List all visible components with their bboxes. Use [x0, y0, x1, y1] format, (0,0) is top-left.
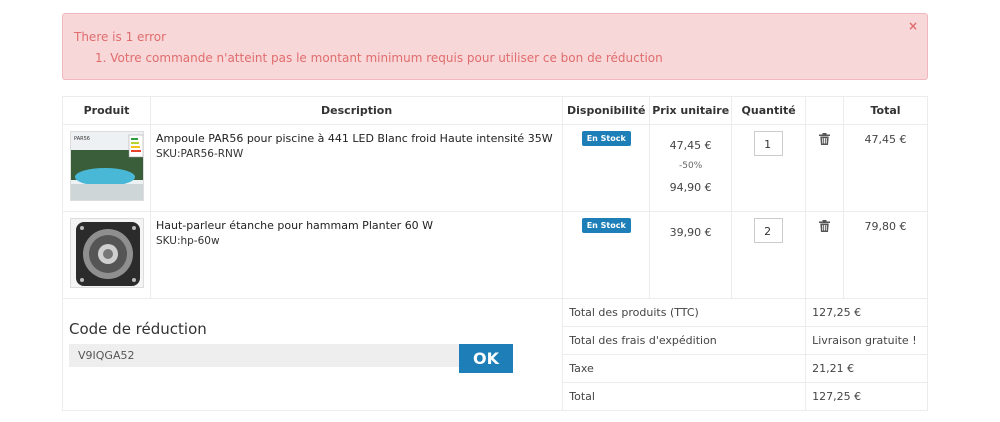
- line-total: 79,80 €: [864, 220, 907, 233]
- description-cell: Haut-parleur étanche pour hammam Planter…: [149, 211, 564, 299]
- unit-price: 47,45 €: [669, 139, 712, 152]
- header-total: Total: [843, 96, 928, 125]
- header-product: Produit: [62, 96, 151, 125]
- availability-cell: En Stock: [562, 211, 651, 299]
- availability-cell: En Stock: [562, 124, 651, 212]
- quantity-input[interactable]: 1: [754, 131, 784, 156]
- unit-price-cell: 39,90 €: [649, 211, 733, 299]
- trash-icon[interactable]: [819, 220, 831, 235]
- quantity-cell: 2: [731, 211, 807, 299]
- product-name-link[interactable]: Ampoule PAR56 pour piscine à 441 LED Bla…: [151, 125, 562, 145]
- old-price: 94,90 €: [669, 181, 712, 194]
- product-image-cell: PAR56: [62, 124, 151, 212]
- stock-badge: En Stock: [581, 131, 631, 146]
- product-image-cell: [62, 211, 151, 299]
- products-total-value: 127,25 €: [805, 298, 928, 327]
- trash-icon[interactable]: [819, 133, 831, 148]
- grand-total-value: 127,25 €: [805, 382, 928, 411]
- line-total-cell: 79,80 €: [843, 211, 928, 299]
- alert-title: There is 1 error: [74, 30, 167, 44]
- product-name-link[interactable]: Haut-parleur étanche pour hammam Planter…: [151, 212, 562, 232]
- shipping-value: Livraison gratuite !: [805, 326, 928, 355]
- table-row: PAR56 Ampoule PAR56 pour piscine à 441 L…: [62, 124, 928, 212]
- product-image[interactable]: PAR56: [70, 131, 144, 201]
- table-header-row: Produit Description Disponibilité Prix u…: [62, 96, 928, 125]
- product-image[interactable]: [70, 218, 144, 288]
- header-quantity: Quantité: [731, 96, 807, 125]
- product-sku: SKU:hp-60w: [155, 235, 220, 247]
- shipping-label: Total des frais d'expédition: [562, 326, 807, 355]
- grand-total-label: Total: [562, 382, 807, 411]
- discount-badge: -50%: [679, 161, 703, 171]
- delete-cell: [805, 211, 845, 299]
- line-total: 47,45 €: [864, 133, 907, 146]
- coupon-submit-button[interactable]: OK: [459, 344, 513, 373]
- table-row: Haut-parleur étanche pour hammam Planter…: [62, 211, 928, 299]
- line-total-cell: 47,45 €: [843, 124, 928, 212]
- unit-price: 39,90 €: [669, 226, 712, 239]
- products-total-label: Total des produits (TTC): [562, 298, 807, 327]
- quantity-cell: 1: [731, 124, 807, 212]
- header-unit-price: Prix unitaire: [649, 96, 733, 125]
- alert-message: 1. Votre commande n'atteint pas le monta…: [95, 51, 663, 65]
- coupon-code-input[interactable]: V9IQGA52: [69, 344, 459, 367]
- product-sku: SKU:PAR56-RNW: [155, 148, 244, 160]
- thumb-label: PAR56: [74, 136, 90, 142]
- tax-label: Taxe: [562, 354, 807, 383]
- header-availability: Disponibilité: [562, 96, 651, 125]
- delete-cell: [805, 124, 845, 212]
- description-cell: Ampoule PAR56 pour piscine à 441 LED Bla…: [149, 124, 564, 212]
- stock-badge: En Stock: [581, 218, 631, 233]
- header-description: Description: [149, 96, 564, 125]
- unit-price-cell: 47,45 € -50% 94,90 €: [649, 124, 733, 212]
- coupon-title: Code de réduction: [69, 320, 207, 338]
- quantity-input[interactable]: 2: [754, 218, 784, 243]
- close-icon[interactable]: ×: [908, 19, 918, 33]
- header-delete: [805, 96, 845, 125]
- tax-value: 21,21 €: [805, 354, 928, 383]
- error-alert: There is 1 error 1. Votre commande n'att…: [62, 13, 928, 80]
